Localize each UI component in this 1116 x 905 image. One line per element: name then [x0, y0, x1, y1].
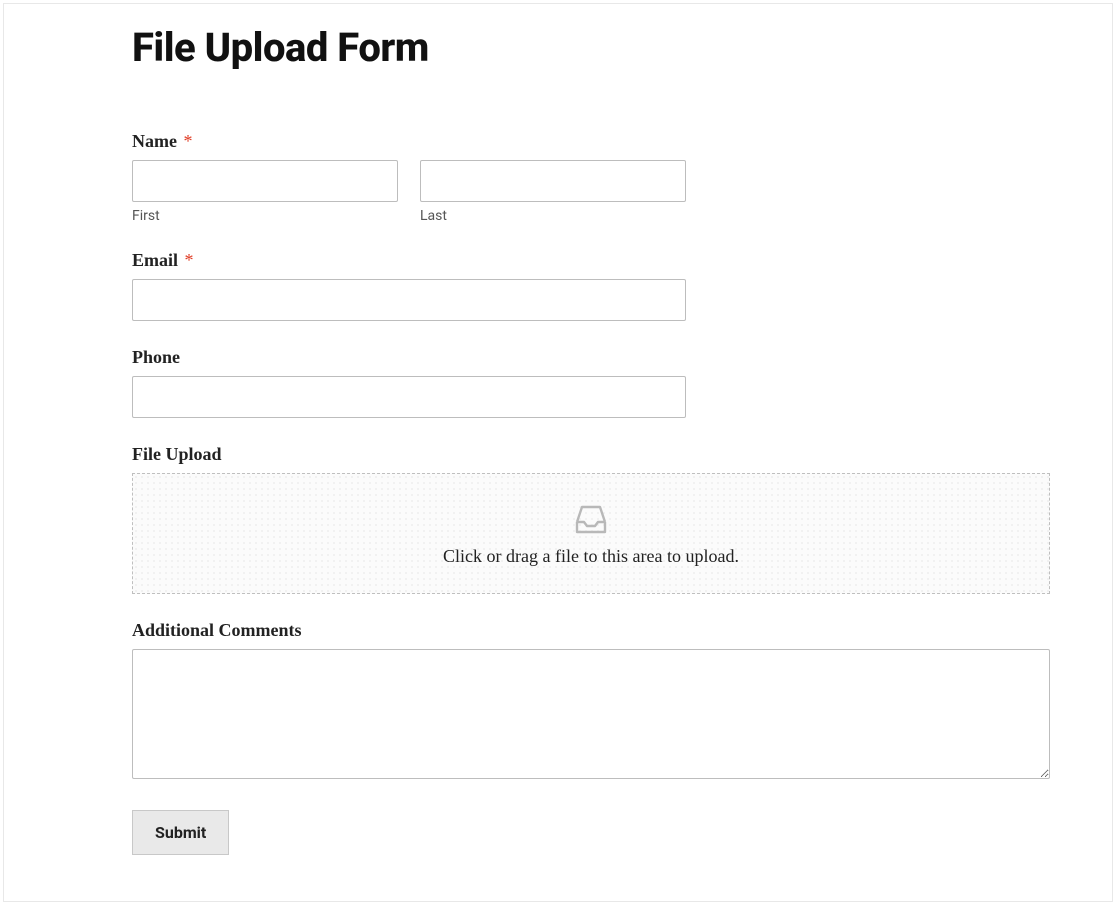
first-name-input[interactable]	[132, 160, 398, 202]
name-field-group: Name * First Last	[132, 131, 1050, 224]
last-name-wrapper: Last	[420, 160, 686, 224]
last-name-sublabel: Last	[420, 208, 686, 224]
comments-field-group: Additional Comments	[132, 620, 1050, 784]
comments-label: Additional Comments	[132, 620, 1050, 641]
email-field-group: Email *	[132, 250, 1050, 321]
name-label-text: Name	[132, 131, 177, 151]
form-title: File Upload Form	[132, 24, 1050, 71]
submit-button[interactable]: Submit	[132, 810, 229, 855]
file-dropzone[interactable]: Click or drag a file to this area to upl…	[132, 473, 1050, 594]
first-name-wrapper: First	[132, 160, 398, 224]
submit-group: Submit	[132, 810, 1050, 855]
phone-input[interactable]	[132, 376, 686, 418]
phone-field-group: Phone	[132, 347, 1050, 418]
email-input[interactable]	[132, 279, 686, 321]
file-upload-hint: Click or drag a file to this area to upl…	[153, 546, 1029, 567]
email-label: Email *	[132, 250, 1050, 271]
file-upload-label: File Upload	[132, 444, 1050, 465]
inbox-icon	[572, 502, 610, 536]
required-asterisk: *	[183, 131, 192, 151]
required-asterisk: *	[185, 250, 194, 270]
first-name-sublabel: First	[132, 208, 398, 224]
phone-label: Phone	[132, 347, 1050, 368]
name-row: First Last	[132, 160, 686, 224]
comments-textarea[interactable]	[132, 649, 1050, 779]
file-upload-field-group: File Upload Click or drag a file to this…	[132, 444, 1050, 594]
last-name-input[interactable]	[420, 160, 686, 202]
form-container: File Upload Form Name * First Last Email…	[3, 3, 1113, 902]
name-label: Name *	[132, 131, 1050, 152]
email-label-text: Email	[132, 250, 178, 270]
